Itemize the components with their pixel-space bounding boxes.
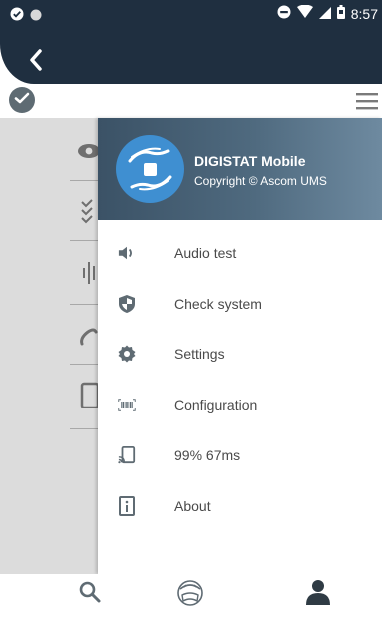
wifi-icon	[296, 4, 313, 22]
search-icon	[78, 580, 102, 609]
cell-signal-icon	[318, 6, 331, 22]
eye-icon	[78, 140, 100, 162]
menu-item-audio-test[interactable]: Audio test	[98, 228, 382, 279]
menu-item-settings[interactable]: Settings	[98, 329, 382, 380]
back-button[interactable]	[18, 44, 54, 80]
app-screen: 8:57 DIGISTAT Mobile Copyright © Ascom U…	[0, 0, 382, 622]
drawer-header: DIGISTAT Mobile Copyright © Ascom UMS	[98, 118, 382, 220]
gear-icon	[118, 345, 136, 363]
do-not-disturb-icon	[277, 5, 291, 22]
status-time: 8:57	[350, 5, 378, 22]
tab-patient[interactable]	[172, 578, 208, 610]
link-icon	[78, 326, 100, 348]
header-strip	[0, 84, 382, 118]
tab-user[interactable]	[300, 578, 336, 610]
menu-item-check-system[interactable]: Check system	[98, 279, 382, 330]
divider	[70, 180, 100, 181]
tablet-icon	[78, 382, 100, 410]
chevron-left-icon	[28, 48, 44, 76]
patient-face-icon	[175, 577, 205, 612]
menu-item-label: About	[174, 497, 211, 514]
app-name: DIGISTAT Mobile	[194, 153, 306, 169]
tab-search[interactable]	[72, 578, 108, 610]
status-check-button[interactable]	[9, 87, 35, 113]
drawer-menu: Audio test Check system Settings Configu…	[98, 228, 382, 531]
menu-item-label: Check system	[174, 295, 262, 312]
checklist-icon	[78, 198, 100, 224]
menu-item-about[interactable]: About	[98, 481, 382, 532]
divider	[70, 240, 100, 241]
menu-item-label: Audio test	[174, 245, 237, 262]
battery-icon	[336, 5, 345, 22]
navigation-drawer: DIGISTAT Mobile Copyright © Ascom UMS Au…	[98, 118, 382, 574]
hands-logo-icon	[116, 135, 184, 203]
status-bar: 8:57	[0, 0, 382, 28]
menu-item-label: Configuration	[174, 396, 258, 413]
hamburger-menu-icon	[354, 93, 380, 116]
divider	[70, 364, 100, 365]
app-header	[0, 28, 382, 84]
waveform-icon	[78, 260, 100, 284]
app-copyright: Copyright © Ascom UMS	[194, 174, 327, 188]
speaker-icon	[118, 244, 136, 262]
dot-icon	[30, 8, 42, 26]
user-icon	[304, 578, 332, 611]
check-circle-icon	[10, 7, 24, 26]
menu-item-label: 99% 67ms	[174, 447, 241, 464]
divider	[70, 428, 100, 429]
divider	[70, 304, 100, 305]
menu-item-configuration[interactable]: Configuration	[98, 380, 382, 431]
menu-item-connection-status[interactable]: 99% 67ms	[98, 430, 382, 481]
barcode-icon	[118, 396, 136, 414]
bottom-tab-bar	[0, 574, 382, 622]
shield-icon	[118, 294, 136, 313]
info-icon	[118, 495, 136, 516]
check-circle-icon	[14, 91, 30, 110]
cast-icon	[118, 446, 136, 464]
hamburger-menu-button[interactable]	[354, 90, 380, 112]
menu-item-label: Settings	[174, 346, 225, 363]
